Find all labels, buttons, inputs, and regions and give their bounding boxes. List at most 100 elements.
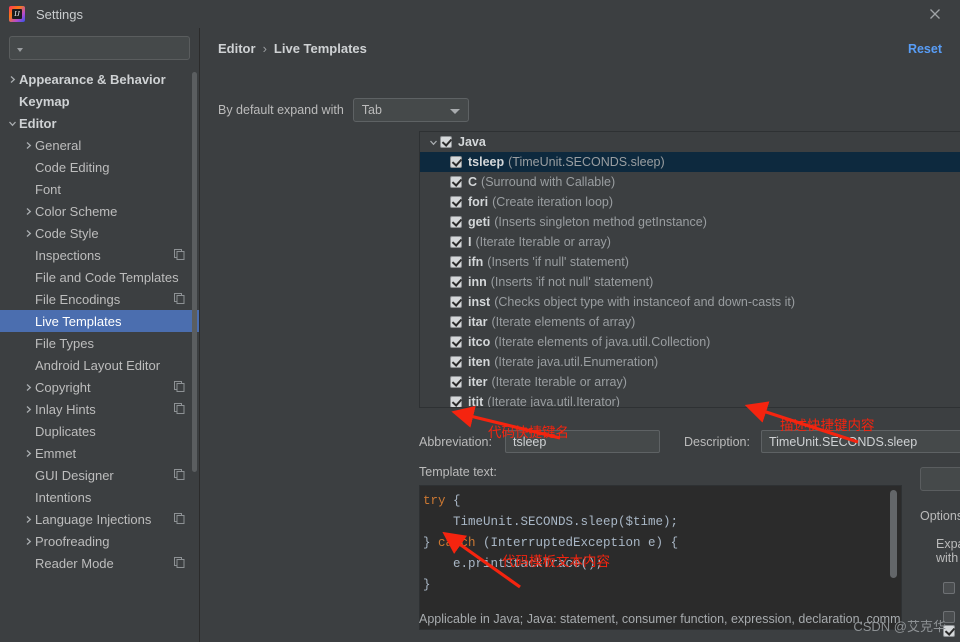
sidebar-item-color-scheme[interactable]: Color Scheme xyxy=(0,200,199,222)
chevron-right-icon[interactable] xyxy=(6,73,19,86)
template-enabled-checkbox[interactable] xyxy=(450,376,462,388)
edit-variables-button[interactable]: Edit variables xyxy=(920,467,960,491)
template-abbreviation: inst xyxy=(468,295,491,309)
template-enabled-checkbox[interactable] xyxy=(450,216,462,228)
code-editor-scrollbar[interactable] xyxy=(890,490,897,578)
template-abbreviation: fori xyxy=(468,195,489,209)
default-expand-value: Tab xyxy=(361,103,382,117)
sidebar-item-live-templates[interactable]: Live Templates xyxy=(0,310,199,332)
sidebar-item-appearance-behavior[interactable]: Appearance & Behavior xyxy=(0,68,199,90)
default-expand-dropdown[interactable]: Tab xyxy=(352,98,469,122)
template-abbreviation: C xyxy=(468,175,478,189)
description-input[interactable]: TimeUnit.SECONDS.sleep xyxy=(760,430,960,453)
template-enabled-checkbox[interactable] xyxy=(450,236,462,248)
template-list-item[interactable]: itit (Iterate java.util.Iterator) xyxy=(420,392,960,407)
chevron-right-icon[interactable] xyxy=(22,447,35,460)
template-description: (Iterate Iterable or array) xyxy=(475,235,611,249)
sidebar-item-label: Emmet xyxy=(35,445,77,461)
sidebar-item-android-layout-editor[interactable]: Android Layout Editor xyxy=(0,354,199,376)
template-enabled-checkbox[interactable] xyxy=(450,156,462,168)
sidebar-item-general[interactable]: General xyxy=(0,134,199,156)
chevron-right-icon[interactable] xyxy=(22,513,35,526)
template-enabled-checkbox[interactable] xyxy=(450,396,462,407)
search-input[interactable] xyxy=(28,41,183,55)
sidebar-item-editor[interactable]: Editor xyxy=(0,112,199,134)
sidebar-item-font[interactable]: Font xyxy=(0,178,199,200)
template-description: (Iterate Iterable or array) xyxy=(491,375,627,389)
code-line: } catch (InterruptedException e) { xyxy=(423,536,679,550)
sidebar-item-emmet[interactable]: Emmet xyxy=(0,442,199,464)
chevron-down-icon[interactable] xyxy=(426,135,440,149)
template-enabled-checkbox[interactable] xyxy=(450,336,462,348)
template-list[interactable]: Java tsleep (TimeUnit.SECONDS.sleep) C (Surr… xyxy=(419,131,960,408)
sidebar-item-label: Copyright xyxy=(35,379,91,395)
template-list-item[interactable]: iten (Iterate java.util.Enumeration) xyxy=(420,352,960,372)
settings-window: IJ Settings Appearance & Behavior Keymap E… xyxy=(0,0,960,642)
sidebar-item-keymap[interactable]: Keymap xyxy=(0,90,199,112)
abbreviation-value: tsleep xyxy=(512,434,547,449)
chevron-right-icon[interactable] xyxy=(22,535,35,548)
search-dropdown-caret-icon[interactable] xyxy=(17,47,23,52)
template-enabled-checkbox[interactable] xyxy=(450,176,462,188)
project-level-badge-icon xyxy=(174,557,185,568)
sidebar-item-file-encodings[interactable]: File Encodings xyxy=(0,288,199,310)
sidebar-item-label: GUI Designer xyxy=(35,467,114,483)
sidebar-item-gui-designer[interactable]: GUI Designer xyxy=(0,464,199,486)
sidebar-item-language-injections[interactable]: Language Injections xyxy=(0,508,199,530)
sidebar-item-label: Reader Mode xyxy=(35,555,114,571)
template-list-item[interactable]: C (Surround with Callable) xyxy=(420,172,960,192)
sidebar-item-inlay-hints[interactable]: Inlay Hints xyxy=(0,398,199,420)
template-list-item[interactable]: geti (Inserts singleton method getInstanc… xyxy=(420,212,960,232)
chevron-right-icon[interactable] xyxy=(22,227,35,240)
sidebar-item-file-types[interactable]: File Types xyxy=(0,332,199,354)
project-level-badge-icon xyxy=(174,293,185,304)
template-enabled-checkbox[interactable] xyxy=(450,196,462,208)
template-list-item[interactable]: itar (Iterate elements of array) xyxy=(420,312,960,332)
description-label: Description: xyxy=(683,434,750,449)
template-list-item[interactable]: itco (Iterate elements of java.util.Colle… xyxy=(420,332,960,352)
chevron-right-icon[interactable] xyxy=(22,139,35,152)
template-enabled-checkbox[interactable] xyxy=(450,316,462,328)
close-icon[interactable] xyxy=(926,5,944,23)
sidebar-item-label: Live Templates xyxy=(35,313,122,329)
template-enabled-checkbox[interactable] xyxy=(450,256,462,268)
sidebar-item-reader-mode[interactable]: Reader Mode xyxy=(0,552,199,574)
template-list-item[interactable]: tsleep (TimeUnit.SECONDS.sleep) xyxy=(420,152,960,172)
template-enabled-checkbox[interactable] xyxy=(450,276,462,288)
template-list-item[interactable]: I (Iterate Iterable or array) xyxy=(420,232,960,252)
template-group-row[interactable]: Java xyxy=(420,132,960,152)
chevron-right-icon[interactable] xyxy=(22,381,35,394)
sidebar-item-file-and-code-templates[interactable]: File and Code Templates xyxy=(0,266,199,288)
sidebar-item-duplicates[interactable]: Duplicates xyxy=(0,420,199,442)
chevron-right-icon[interactable] xyxy=(22,205,35,218)
sidebar-item-code-style[interactable]: Code Style xyxy=(0,222,199,244)
chevron-right-icon[interactable] xyxy=(22,403,35,416)
template-list-item[interactable]: inn (Inserts 'if not null' statement) xyxy=(420,272,960,292)
template-list-item[interactable]: fori (Create iteration loop) xyxy=(420,192,960,212)
logo-letters: IJ xyxy=(14,10,20,18)
sidebar-item-copyright[interactable]: Copyright xyxy=(0,376,199,398)
search-box[interactable] xyxy=(9,36,190,60)
abbreviation-input[interactable]: tsleep xyxy=(504,430,660,453)
template-list-item[interactable]: ifn (Inserts 'if null' statement) xyxy=(420,252,960,272)
template-text-editor[interactable]: try { TimeUnit.SECONDS.sleep($time);} ca… xyxy=(419,485,902,630)
template-group-checkbox[interactable] xyxy=(440,136,452,148)
sidebar-item-code-editing[interactable]: Code Editing xyxy=(0,156,199,178)
sidebar-item-intentions[interactable]: Intentions xyxy=(0,486,199,508)
sidebar-scrollbar[interactable] xyxy=(192,72,197,472)
template-list-item[interactable]: iter (Iterate Iterable or array) xyxy=(420,372,960,392)
template-list-item[interactable]: inst (Checks object type with instanceof … xyxy=(420,292,960,312)
template-enabled-checkbox[interactable] xyxy=(450,356,462,368)
template-description: (Checks object type with instanceof and … xyxy=(494,295,796,309)
template-enabled-checkbox[interactable] xyxy=(450,296,462,308)
sidebar-item-inspections[interactable]: Inspections xyxy=(0,244,199,266)
code-lines: try { TimeUnit.SECONDS.sleep($time);} ca… xyxy=(423,491,901,596)
template-abbreviation: tsleep xyxy=(468,155,505,169)
reset-link[interactable]: Reset xyxy=(908,42,942,56)
chevron-down-icon xyxy=(449,109,460,114)
chevron-down-icon[interactable] xyxy=(6,117,19,130)
breadcrumb-parent[interactable]: Editor xyxy=(218,41,256,56)
sidebar-item-label: Intentions xyxy=(35,489,92,505)
sidebar-search-wrap xyxy=(0,28,199,66)
sidebar-item-proofreading[interactable]: Proofreading xyxy=(0,530,199,552)
